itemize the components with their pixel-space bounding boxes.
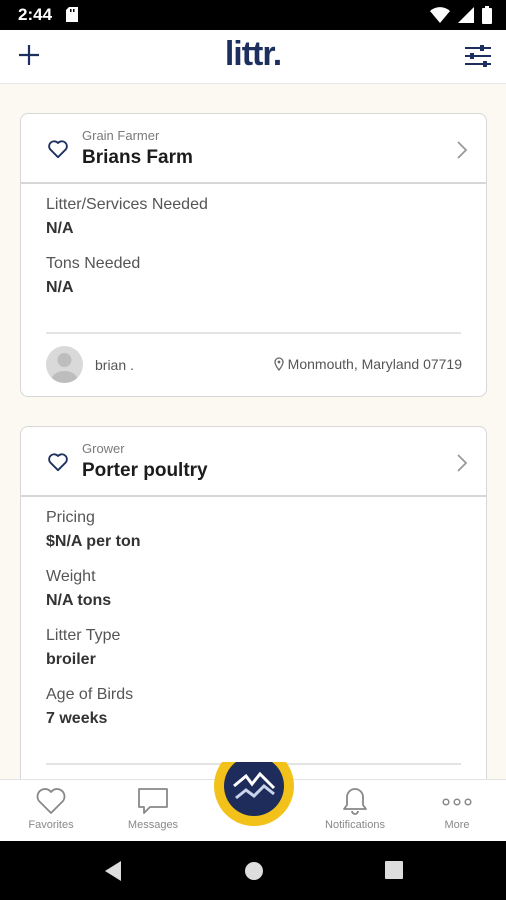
card-header[interactable]: Grower Porter poultry [21, 427, 486, 497]
more-dots-icon [442, 798, 472, 806]
heart-icon[interactable] [47, 452, 69, 472]
home-icon[interactable] [243, 860, 265, 882]
listing-role: Grower [82, 441, 125, 456]
app-logo: littr. [224, 35, 282, 73]
system-nav-bar [0, 841, 506, 900]
user-name: brian . [95, 357, 134, 373]
tab-label: Favorites [28, 819, 74, 831]
field-label: Weight [46, 568, 96, 585]
field-value: broiler [46, 651, 96, 668]
tab-label: Messages [127, 819, 179, 831]
listing-card[interactable]: Grower Porter poultry Pricing $N/A per t… [20, 426, 487, 779]
listing-name: Brians Farm [82, 147, 193, 168]
tab-favorites[interactable]: Favorites [1, 786, 101, 831]
location-pin-icon [274, 357, 284, 371]
field-value: 7 weeks [46, 710, 108, 727]
back-icon[interactable] [103, 860, 123, 882]
message-icon [138, 788, 168, 814]
chevron-right-icon[interactable] [456, 453, 468, 473]
status-bar: 2:44 [0, 0, 506, 30]
field-value: N/A [46, 220, 74, 237]
chevron-right-icon[interactable] [456, 140, 468, 160]
tab-label: More [444, 819, 470, 831]
listing-name: Porter poultry [82, 460, 208, 481]
sd-card-icon [66, 7, 78, 27]
listing-feed[interactable]: Grain Farmer Brians Farm Litter/Services… [0, 85, 506, 779]
field-label: Litter Type [46, 627, 121, 644]
field-value: $N/A per ton [46, 533, 141, 550]
field-label: Age of Birds [46, 686, 134, 703]
field-label: Litter/Services Needed [46, 196, 208, 213]
center-logo-button[interactable] [214, 762, 294, 826]
listing-role: Grain Farmer [82, 128, 160, 143]
bell-icon [343, 788, 367, 815]
location: Monmouth, Maryland 07719 [274, 356, 462, 372]
signal-icon [458, 7, 474, 23]
system-icons [430, 6, 492, 24]
tab-label: Notifications [325, 819, 385, 831]
heart-icon [36, 788, 66, 814]
card-header[interactable]: Grain Farmer Brians Farm [21, 114, 486, 184]
listing-card[interactable]: Grain Farmer Brians Farm Litter/Services… [20, 113, 487, 397]
battery-icon [482, 6, 492, 24]
recents-icon[interactable] [384, 860, 404, 880]
avatar[interactable] [46, 346, 83, 383]
wifi-icon [430, 7, 450, 23]
filter-icon[interactable] [464, 43, 492, 69]
field-value: N/A tons [46, 592, 112, 609]
app-header: littr. [0, 30, 506, 84]
field-label: Tons Needed [46, 255, 141, 272]
field-value: N/A [46, 279, 74, 296]
heart-icon[interactable] [47, 139, 69, 159]
tab-messages[interactable]: Messages [103, 786, 203, 831]
tab-more[interactable]: More [407, 786, 506, 831]
field-label: Pricing [46, 509, 95, 526]
tab-notifications[interactable]: Notifications [305, 786, 405, 831]
divider [46, 332, 461, 334]
location-text: Monmouth, Maryland 07719 [287, 356, 462, 372]
status-time: 2:44 [18, 5, 53, 24]
